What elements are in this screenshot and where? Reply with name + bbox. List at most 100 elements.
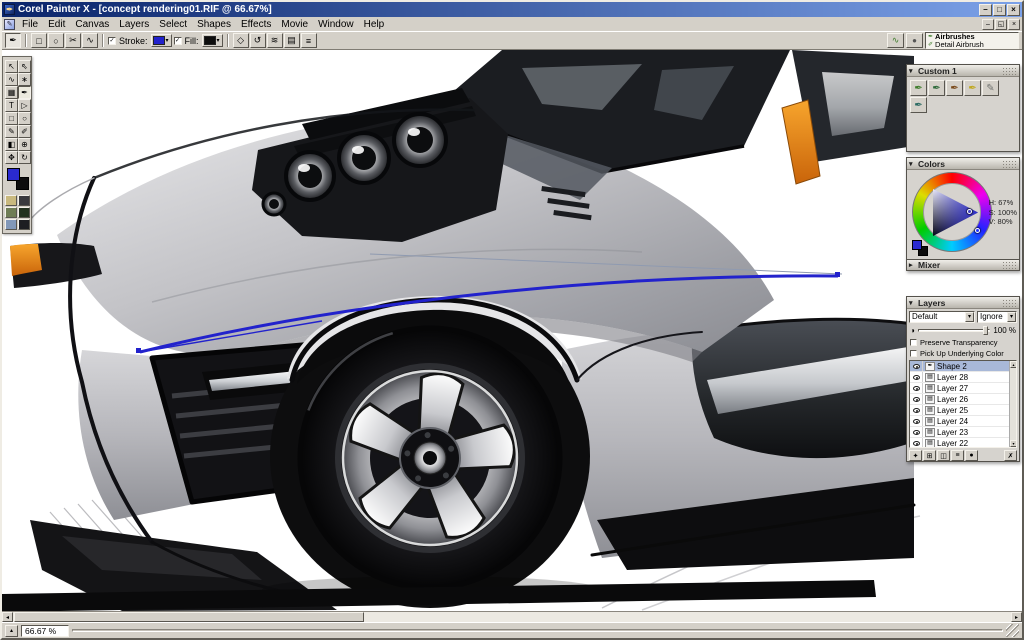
crop-tool[interactable]: ▦ [5,86,18,99]
layer-row[interactable]: ✒ Shape 2 [910,361,1009,372]
chevron-down-icon[interactable]: ▾ [965,312,974,322]
weave-selector[interactable] [18,207,30,218]
mixer-palette-header[interactable]: ▸ Mixer [906,259,1020,271]
composite-method-dropdown[interactable]: Default ▾ [909,311,975,323]
fill-color-swatch[interactable]: ▾ [202,34,223,47]
move-tool[interactable]: ↖ [5,60,18,73]
scroll-down-icon[interactable]: ▾ [1010,440,1017,447]
rotate-page-tool[interactable]: ↻ [18,151,31,164]
custom-brush-3[interactable]: ✒ [946,80,963,96]
scroll-right-icon[interactable]: ▸ [1011,612,1022,622]
document-canvas[interactable] [2,50,1022,611]
collapse-arrow-icon[interactable]: ▸ [909,261,916,269]
visibility-cell[interactable] [910,383,923,393]
layer-row[interactable]: ▤ Layer 25 [910,405,1009,416]
zoom-level-field[interactable]: 66.67 % [21,625,69,637]
shape-edit-button[interactable]: ≋ [267,33,283,48]
layer-row[interactable]: ▤ Layer 23 [910,427,1009,438]
oval-shape-tool[interactable]: ○ [18,112,31,125]
maximize-button[interactable]: □ [993,4,1006,16]
paper-selector[interactable] [5,195,17,206]
palette-grip[interactable] [1002,261,1017,269]
layer-row[interactable]: ▤ Layer 28 [910,372,1009,383]
menu-effects[interactable]: Effects [236,18,276,31]
new-layer-button[interactable]: ⊞ [923,450,936,461]
collapse-arrow-icon[interactable]: ▾ [909,67,916,75]
minimize-button[interactable]: – [979,4,992,16]
fill-checkbox[interactable]: ✓ [174,37,182,45]
close-button[interactable]: × [1007,4,1020,16]
lock-layer-button[interactable]: ● [965,450,978,461]
horizontal-scrollbar[interactable]: ◂ ▸ [2,611,1022,622]
scroll-left-icon[interactable]: ◂ [2,612,13,622]
align-button[interactable]: ▤ [284,33,300,48]
layer-commands-button[interactable]: ≡ [951,450,964,461]
visibility-cell[interactable] [910,394,923,404]
brush-dab-icon[interactable]: ● [906,33,923,48]
lasso-tool[interactable]: ∿ [5,73,18,86]
menu-movie[interactable]: Movie [276,18,313,31]
menu-layers[interactable]: Layers [114,18,154,31]
brush-selector[interactable]: ✒Airbrushes ✐Detail Airbrush [925,32,1019,49]
draw-freehand-button[interactable]: ◇ [233,33,249,48]
paint-bucket-tool[interactable]: ◧ [5,138,18,151]
layer-row[interactable]: ▤ Layer 26 [910,394,1009,405]
stroke-checkbox[interactable]: ✓ [108,37,116,45]
visibility-cell[interactable] [910,427,923,437]
menu-help[interactable]: Help [359,18,390,31]
custom-palette-header[interactable]: ▾ Custom 1 [907,65,1019,77]
draw-bezier-button[interactable]: ↺ [250,33,266,48]
shape-selection-tool[interactable]: ▷ [18,99,31,112]
gradient-selector[interactable] [18,195,30,206]
pattern-selector[interactable] [5,207,17,218]
primary-color-swatch[interactable] [912,240,922,250]
resize-grip[interactable] [1006,624,1019,637]
menu-file[interactable]: File [17,18,43,31]
nozzle-selector[interactable] [18,219,30,230]
layer-row[interactable]: ▤ Layer 22 [910,438,1009,448]
visibility-cell[interactable] [910,361,923,371]
layer-row[interactable]: ▤ Layer 27 [910,383,1009,394]
pickup-underlying-color-checkbox[interactable] [910,350,917,357]
rect-shape-tool[interactable]: □ [5,112,18,125]
delete-layer-button[interactable]: ✗ [1004,450,1017,461]
chevron-down-icon[interactable]: ▾ [1007,312,1016,322]
layers-palette-header[interactable]: ▾ Layers [907,297,1019,309]
scissors-button[interactable]: ✂ [65,33,81,48]
layer-adjuster-tool[interactable]: ⇖ [18,60,31,73]
dropper-tool[interactable]: ✐ [18,125,31,138]
stroke-color-swatch[interactable]: ▾ [151,34,172,47]
layer-row[interactable]: ▤ Layer 24 [910,416,1009,427]
doc-restore-button[interactable]: ◱ [995,19,1007,30]
collapse-arrow-icon[interactable]: ▾ [909,299,916,307]
collapse-arrow-icon[interactable]: ▾ [909,160,916,168]
opacity-slider-thumb[interactable] [983,326,988,335]
opacity-slider[interactable] [918,329,990,332]
custom-brush-6[interactable]: ✒ [910,97,927,113]
custom-brush-4[interactable]: ✒ [964,80,981,96]
menu-edit[interactable]: Edit [43,18,70,31]
shape-options-button[interactable]: ≡ [301,33,317,48]
oval-shape-button[interactable]: ○ [48,33,64,48]
artwork-concept-car[interactable] [2,50,1022,611]
visibility-cell[interactable] [910,405,923,415]
colors-palette-header[interactable]: ▾ Colors [907,158,1019,170]
horizontal-scrollbar-thumb[interactable] [14,612,364,622]
menu-window[interactable]: Window [313,18,359,31]
composite-depth-dropdown[interactable]: Ignore ▾ [977,311,1017,323]
text-tool[interactable]: T [5,99,18,112]
menu-shapes[interactable]: Shapes [192,18,236,31]
look-selector[interactable] [5,219,17,230]
zoom-menu-button[interactable]: ▴ [5,625,18,637]
custom-brush-5[interactable]: ✎ [982,80,999,96]
grabber-tool[interactable]: ✥ [5,151,18,164]
palette-grip[interactable] [1002,299,1017,307]
current-tool-indicator[interactable]: ✒ [5,33,21,48]
menu-canvas[interactable]: Canvas [70,18,114,31]
brush-tool[interactable]: ✎ [5,125,18,138]
hue-marker[interactable] [975,228,980,233]
rect-shape-button[interactable]: □ [31,33,47,48]
brush-ghost-icon[interactable]: ∿ [887,33,904,48]
custom-brush-1[interactable]: ✒ [910,80,927,96]
visibility-cell[interactable] [910,372,923,382]
